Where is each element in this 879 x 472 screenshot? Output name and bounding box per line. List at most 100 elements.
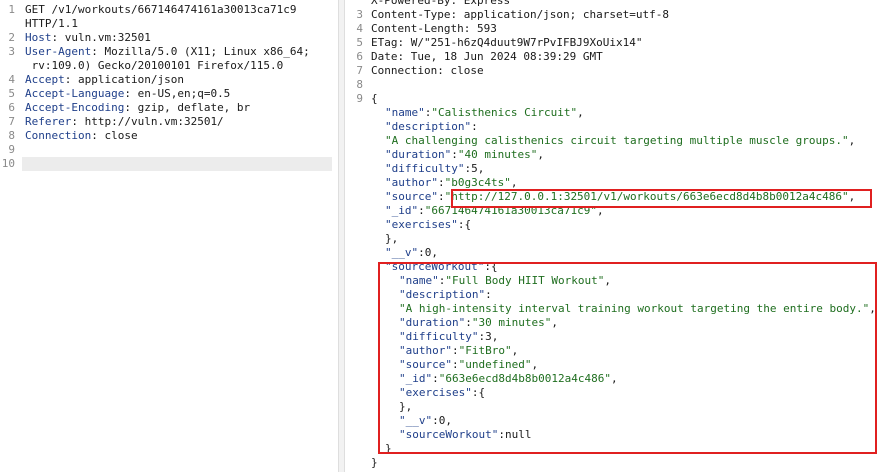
json-string-value: "http://127.0.0.1:32501/v1/workouts/663e…: [444, 190, 849, 203]
response-text: Connection: close: [371, 64, 484, 77]
response-line: "author":"b0g3c4ts",: [385, 176, 517, 190]
current-line-highlight: [22, 157, 332, 171]
response-line: "duration":"40 minutes",: [385, 148, 544, 162]
response-line: "name":"Full Body HIIT Workout",: [399, 274, 611, 288]
json-value: },: [385, 232, 399, 245]
response-line: Content-Type: application/json; charset=…: [371, 8, 669, 22]
line-number: 10: [1, 157, 15, 170]
json-trailing-comma: ,: [477, 162, 485, 175]
request-line: Connection: close: [25, 129, 138, 143]
response-line: "_id":"667146474161a30013ca71c9",: [385, 204, 604, 218]
json-string-value: "b0g3c4ts": [444, 176, 511, 189]
json-colon: :: [418, 246, 425, 259]
response-line: {: [371, 92, 378, 106]
header-separator: :: [91, 129, 105, 142]
json-value: }: [371, 456, 378, 469]
header-value: en-US,en;q=0.5: [137, 87, 231, 100]
header-value: gzip, deflate, br: [137, 101, 251, 114]
json-string-value: "undefined": [458, 358, 532, 371]
line-number: 6: [8, 101, 15, 114]
pane-divider[interactable]: [338, 0, 345, 472]
json-colon: :: [451, 148, 458, 161]
response-text: ETag: W/"251-h6zQ4duut9W7rPvIFBJ9XoUix14…: [371, 36, 643, 49]
json-key: "description": [385, 120, 472, 133]
json-colon: :: [498, 428, 505, 441]
response-line: "__v":0,: [399, 414, 452, 428]
response-line: "difficulty":3,: [399, 330, 498, 344]
response-text: Content-Length: 593: [371, 22, 497, 35]
line-number: 2: [8, 31, 15, 44]
header-name: Referer: [25, 115, 72, 128]
json-trailing-comma: ,: [610, 372, 618, 385]
json-value: null: [504, 428, 532, 441]
request-text: HTTP/1.1: [25, 17, 78, 30]
line-number: 9: [8, 143, 15, 156]
response-pane[interactable]: 3456789 X-Powered-By: Express Content-Typ…: [345, 0, 879, 472]
json-value: {: [490, 260, 498, 273]
json-colon: :: [418, 204, 425, 217]
header-value: application/json: [78, 73, 184, 86]
request-pane[interactable]: 1 2 3 4 5 6 7 8 9 10 GET /v1/workouts/66714647416…: [0, 0, 338, 472]
response-line: X-Powered-By: Express: [371, 0, 510, 8]
response-line: }: [371, 456, 378, 470]
response-text: Date: Tue, 18 Jun 2024 08:39:29 GMT: [371, 50, 603, 63]
request-text: rv:109.0) Gecko/20100101 Firefox/115.0: [25, 59, 284, 72]
response-line: "description":: [385, 120, 478, 134]
json-key: "__v": [385, 246, 419, 259]
line-number: 1: [8, 3, 15, 16]
json-value: {: [478, 386, 486, 399]
line-number: 3: [8, 45, 15, 58]
request-line: User-Agent: Mozilla/5.0 (X11; Linux x86_…: [25, 45, 310, 59]
json-colon: :: [451, 358, 459, 371]
line-number: 4: [8, 73, 15, 86]
json-trailing-comma: ,: [511, 344, 519, 357]
json-key: "description": [399, 288, 486, 301]
line-number: 9: [356, 92, 363, 105]
json-trailing-comma: ,: [531, 358, 539, 371]
request-text: GET /v1/workouts/667146474161a30013ca71c…: [25, 3, 297, 16]
header-separator: :: [51, 31, 65, 44]
line-number: 4: [356, 22, 363, 35]
header-name: Accept-Encoding: [25, 101, 125, 114]
request-line-gutter: 1 2 3 4 5 6 7 8 9 10: [0, 0, 20, 472]
json-key: "duration": [399, 316, 466, 329]
response-text: Content-Type: application/json; charset=…: [371, 8, 670, 21]
request-line: Host: vuln.vm:32501: [25, 31, 151, 45]
header-name: Accept-Language: [25, 87, 125, 100]
json-key: "name": [385, 106, 425, 119]
json-string-value: "A high-intensity interval training work…: [399, 302, 870, 315]
json-key: "_id": [399, 372, 433, 385]
response-line: Content-Length: 593: [371, 22, 497, 36]
request-line: Accept-Encoding: gzip, deflate, br: [25, 101, 250, 115]
response-text: X-Powered-By: Express: [371, 0, 511, 7]
response-line-gutter: 3456789: [345, 0, 367, 472]
header-separator: :: [91, 45, 105, 58]
line-number: 6: [356, 50, 363, 63]
json-value: {: [464, 218, 472, 231]
header-separator: :: [124, 87, 138, 100]
json-key: "duration": [385, 148, 452, 161]
json-string-value: "40 minutes": [457, 148, 538, 161]
response-line: ETag: W/"251-h6zQ4duut9W7rPvIFBJ9XoUix14…: [371, 36, 643, 50]
line-number: 7: [356, 64, 363, 77]
response-line: "difficulty":5,: [385, 162, 484, 176]
response-line: "duration":"30 minutes",: [399, 316, 558, 330]
header-separator: :: [71, 115, 85, 128]
response-line: "__v":0,: [385, 246, 438, 260]
json-key: "difficulty": [399, 330, 479, 343]
json-trailing-comma: ,: [537, 148, 544, 161]
json-trailing-comma: ,: [596, 204, 604, 217]
json-colon: :: [437, 190, 445, 203]
json-trailing-comma: ,: [445, 414, 452, 427]
json-string-value: "30 minutes": [471, 316, 552, 329]
json-trailing-comma: ,: [551, 316, 558, 329]
json-trailing-comma: ,: [848, 190, 856, 203]
json-string-value: "663e6ecd8d4b8b0012a4c486": [438, 372, 611, 385]
json-key: "source": [399, 358, 452, 371]
json-value: 5: [471, 162, 478, 175]
json-key: "source": [385, 190, 438, 203]
json-colon: :: [485, 288, 492, 301]
json-colon: :: [432, 372, 439, 385]
response-line: "description":: [399, 288, 492, 302]
json-value: 3: [485, 330, 492, 343]
